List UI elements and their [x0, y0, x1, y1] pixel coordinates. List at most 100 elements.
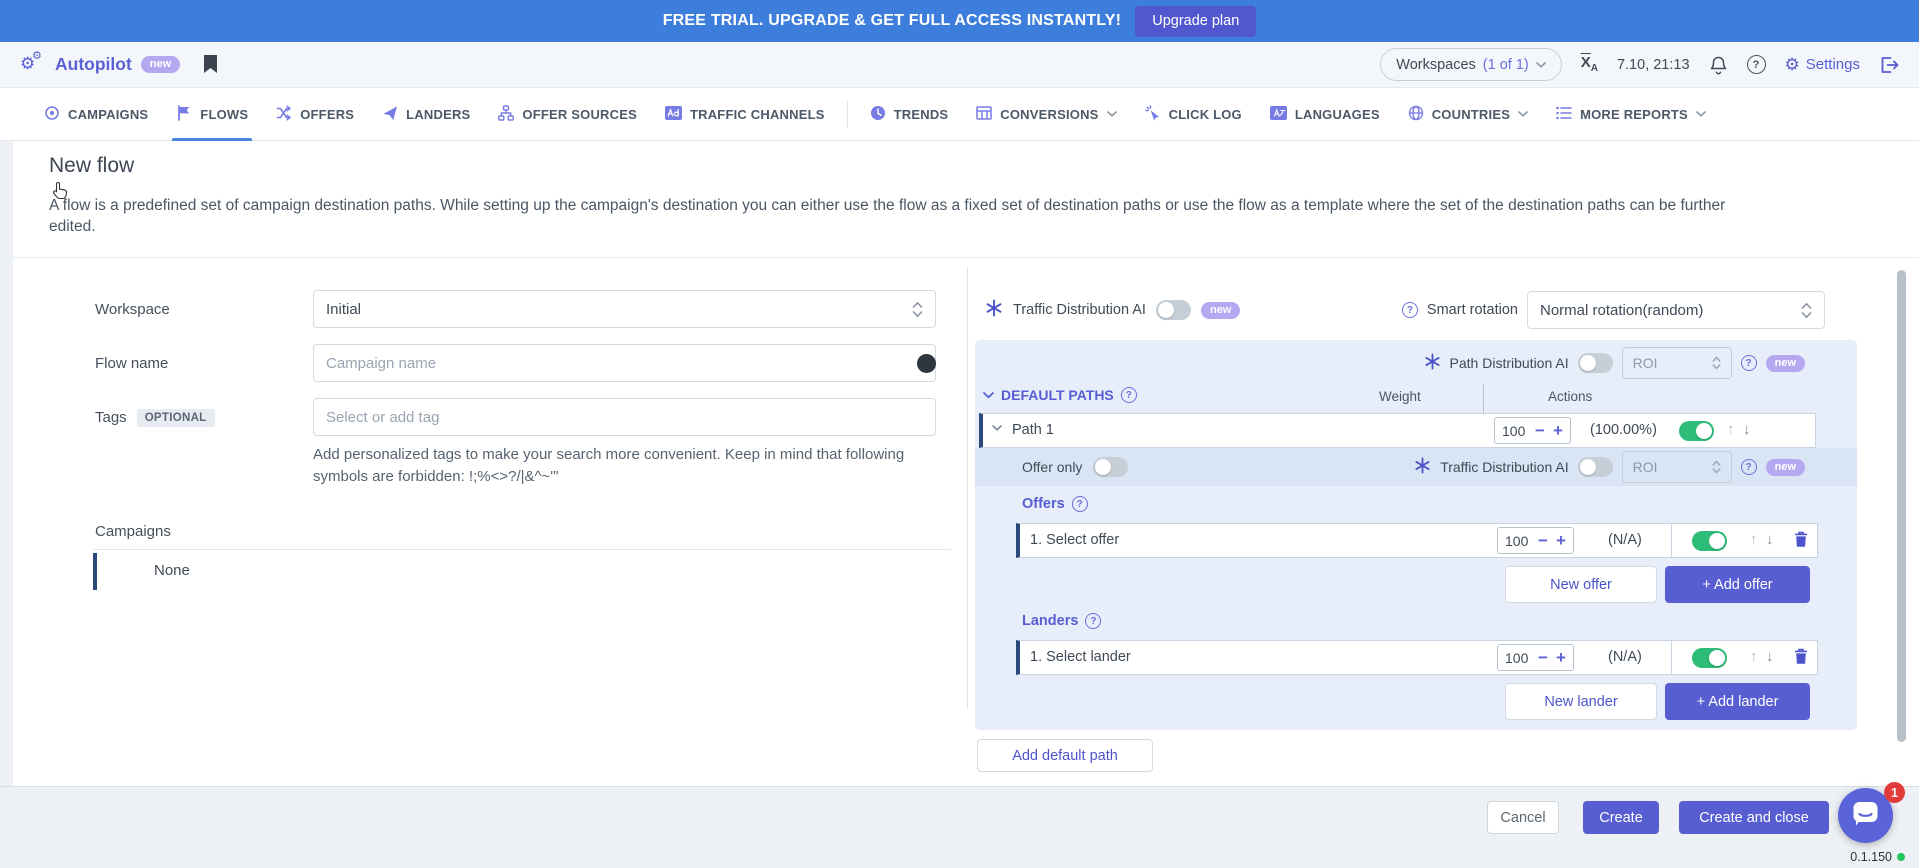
list-icon: [1556, 106, 1572, 123]
path-roi-select[interactable]: ROI: [1622, 347, 1732, 379]
smart-rotation-value: Normal rotation(random): [1540, 302, 1703, 319]
trial-banner-text: FREE TRIAL. UPGRADE & GET FULL ACCESS IN…: [663, 12, 1122, 30]
default-paths-header[interactable]: DEFAULT PATHS ?: [983, 387, 1137, 403]
add-offer-button[interactable]: + Add offer: [1665, 566, 1810, 603]
divider: [967, 268, 968, 708]
offer-weight-value[interactable]: 100: [1505, 533, 1530, 549]
nav-item-more-reports[interactable]: MORE REPORTS: [1542, 88, 1720, 140]
upgrade-plan-button[interactable]: Upgrade plan: [1135, 6, 1256, 37]
lander-name[interactable]: 1. Select lander: [1030, 649, 1131, 665]
nav-item-trends[interactable]: TRENDS: [856, 88, 963, 140]
new-flow-form: New flow A flow is a predefined set of c…: [13, 141, 1919, 786]
offers-help-icon[interactable]: ?: [1072, 496, 1088, 512]
weight-increase-button[interactable]: +: [1556, 532, 1566, 549]
landers-help-icon[interactable]: ?: [1085, 613, 1101, 629]
traffic-distribution-ai-toggle[interactable]: [1156, 300, 1191, 320]
divider: [1671, 641, 1672, 674]
scrollbar-thumb[interactable]: [1897, 270, 1906, 742]
landers-buttons: New lander + Add lander: [1505, 683, 1810, 720]
ai-icon: [1414, 457, 1431, 477]
smart-rotation-help-icon[interactable]: ?: [1402, 302, 1418, 318]
nav-item-countries[interactable]: COUNTRIES: [1394, 88, 1542, 140]
lander-share: (N/A): [1608, 649, 1642, 665]
nav-item-languages[interactable]: LANGUAGES: [1256, 88, 1394, 140]
workspace-select[interactable]: Initial: [313, 290, 936, 328]
nav-item-offers[interactable]: OFFERS: [262, 88, 368, 140]
app-logo: ⚙ ⚙ Autopilot new: [20, 53, 218, 77]
nav-item-landers[interactable]: LANDERS: [368, 88, 484, 140]
campaigns-label: Campaigns: [95, 523, 171, 540]
offer-name[interactable]: 1. Select offer: [1030, 532, 1119, 548]
path-distribution-ai-toggle[interactable]: [1578, 353, 1613, 373]
offer-roi-select[interactable]: ROI: [1622, 451, 1732, 483]
translate-icon[interactable]: XA: [1581, 55, 1598, 74]
offer-enabled-toggle[interactable]: [1692, 531, 1727, 551]
settings-button[interactable]: ⚙ Settings: [1785, 56, 1860, 73]
smart-rotation-select[interactable]: Normal rotation(random): [1527, 291, 1825, 329]
workspace-select-value: Initial: [326, 301, 361, 318]
path-traffic-ai-toggle[interactable]: [1578, 457, 1613, 477]
app-header: ⚙ ⚙ Autopilot new Workspaces (1 of 1) XA…: [0, 42, 1919, 88]
chevron-down-icon[interactable]: [992, 425, 1002, 431]
bookmark-icon[interactable]: [203, 55, 218, 74]
traffic-ai-help-icon[interactable]: ?: [1741, 459, 1757, 475]
offer-only-toggle[interactable]: [1093, 457, 1128, 477]
move-down-icon[interactable]: ↓: [1766, 531, 1774, 548]
flow-name-color-dot[interactable]: [917, 354, 936, 373]
nav-item-traffic-channels[interactable]: TRAFFIC CHANNELS: [651, 88, 839, 140]
cancel-button[interactable]: Cancel: [1487, 801, 1559, 834]
workspaces-dropdown[interactable]: Workspaces (1 of 1): [1380, 48, 1561, 81]
move-down-icon[interactable]: ↓: [1743, 421, 1751, 438]
notifications-bell-icon[interactable]: [1709, 55, 1728, 75]
flag-icon: [176, 105, 192, 124]
add-default-path-button[interactable]: Add default path: [977, 739, 1153, 772]
workspace-label: Workspace: [95, 301, 170, 318]
app-version: 0.1.150: [1850, 850, 1905, 864]
campaigns-value: None: [154, 562, 190, 579]
flow-name-label: Flow name: [95, 355, 168, 372]
logout-icon[interactable]: [1879, 56, 1899, 74]
nav-item-campaigns[interactable]: CAMPAIGNS: [30, 88, 162, 140]
weight-decrease-button[interactable]: −: [1535, 422, 1545, 439]
tags-input[interactable]: [313, 398, 936, 436]
move-up-icon[interactable]: ↑: [1750, 648, 1758, 665]
path-distribution-help-icon[interactable]: ?: [1741, 355, 1757, 371]
add-lander-button[interactable]: + Add lander: [1665, 683, 1810, 720]
flow-name-input[interactable]: [313, 344, 936, 382]
move-up-icon[interactable]: ↑: [1750, 531, 1758, 548]
create-and-close-button[interactable]: Create and close: [1679, 801, 1829, 834]
trial-banner: FREE TRIAL. UPGRADE & GET FULL ACCESS IN…: [0, 0, 1919, 42]
nav-item-flows[interactable]: FLOWS: [162, 88, 262, 140]
shuffle-icon: [276, 105, 292, 124]
default-paths-help-icon[interactable]: ?: [1121, 387, 1137, 403]
chat-icon: [1852, 800, 1879, 832]
lander-enabled-toggle[interactable]: [1692, 648, 1727, 668]
lander-weight-value[interactable]: 100: [1505, 650, 1530, 666]
new-lander-button[interactable]: New lander: [1505, 683, 1657, 720]
weight-decrease-button[interactable]: −: [1538, 532, 1548, 549]
nav-item-click-log[interactable]: CLICK LOG: [1131, 88, 1256, 140]
gears-icon: ⚙ ⚙: [20, 53, 46, 77]
select-chevrons-icon: [912, 301, 923, 318]
path-enabled-toggle[interactable]: [1679, 421, 1714, 441]
traffic-distribution-ai-label: Traffic Distribution AI: [1440, 459, 1568, 475]
delete-offer-icon[interactable]: [1794, 531, 1808, 553]
tags-helper-text: Add personalized tags to make your searc…: [313, 444, 938, 488]
nav-item-offer-sources[interactable]: OFFER SOURCES: [484, 88, 651, 140]
weight-decrease-button[interactable]: −: [1538, 649, 1548, 666]
offers-section-header: Offers ?: [1022, 496, 1088, 512]
page-description: A flow is a predefined set of campaign d…: [49, 195, 1774, 237]
help-icon[interactable]: ?: [1747, 55, 1766, 74]
weight-increase-button[interactable]: +: [1556, 649, 1566, 666]
tags-label: TagsOPTIONAL: [95, 409, 215, 427]
create-button[interactable]: Create: [1583, 801, 1659, 834]
delete-lander-icon[interactable]: [1794, 648, 1808, 670]
move-down-icon[interactable]: ↓: [1766, 648, 1774, 665]
weight-increase-button[interactable]: +: [1553, 422, 1563, 439]
path-weight-value[interactable]: 100: [1502, 423, 1527, 439]
nav-item-conversions[interactable]: CONVERSIONS: [962, 88, 1130, 140]
new-offer-button[interactable]: New offer: [1505, 566, 1657, 603]
move-up-icon[interactable]: ↑: [1727, 421, 1735, 438]
path-distribution-ai-label: Path Distribution AI: [1450, 355, 1569, 371]
globe-icon: [1408, 105, 1424, 124]
